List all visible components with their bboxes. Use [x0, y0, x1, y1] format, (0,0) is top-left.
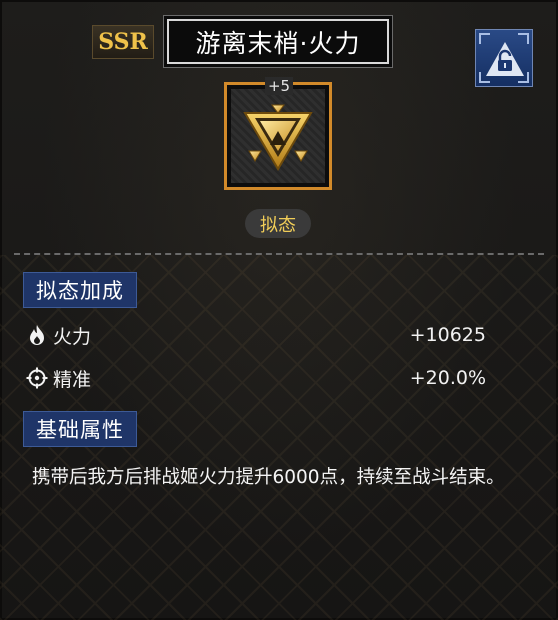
- stat-row-firepower: 火力 +10625: [26, 321, 486, 349]
- type-badge: 拟态: [245, 209, 311, 238]
- section-header-base-attributes: 基础属性: [23, 411, 137, 447]
- level-tag: +5: [265, 77, 293, 95]
- attribute-description: 携带后我方后排战姬火力提升6000点，持续至战斗结束。: [32, 467, 505, 488]
- stat-label: 火力: [53, 325, 92, 348]
- flame-icon: [30, 325, 44, 345]
- lock-icon: [486, 42, 524, 76]
- section-header-mimic-bonus: 拟态加成: [23, 272, 137, 308]
- item-icon-background: [231, 89, 325, 183]
- stat-value: +10625: [409, 324, 486, 346]
- divider: [14, 253, 544, 255]
- lock-button[interactable]: [475, 29, 533, 87]
- stat-label: 精准: [53, 368, 92, 391]
- item-icon-frame[interactable]: [224, 82, 332, 190]
- crosshair-icon: [26, 367, 48, 389]
- stat-row-accuracy: 精准 +20.0%: [26, 364, 486, 392]
- item-detail-panel: SSR 游离末梢·火力 +5 拟态 拟态加成 火力 +10625 精准 +20.…: [0, 0, 558, 620]
- triangle-gem-icon: [243, 104, 313, 171]
- stat-value: +20.0%: [409, 367, 486, 389]
- item-name: 游离末梢·火力: [167, 19, 389, 64]
- rarity-badge: SSR: [92, 25, 154, 59]
